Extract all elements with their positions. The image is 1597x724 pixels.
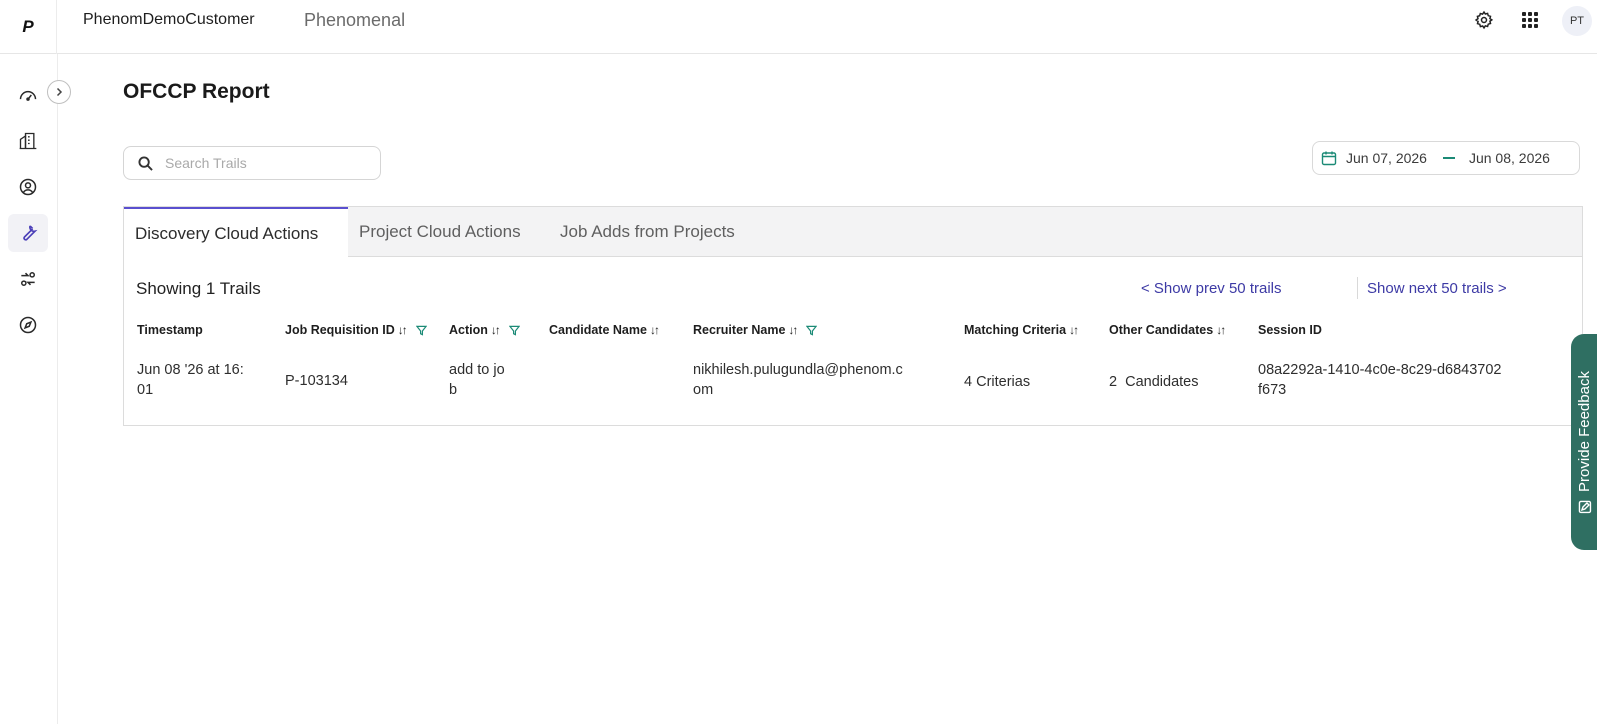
filter-icon[interactable]	[806, 325, 818, 336]
sort-icon[interactable]: ↓↑	[1216, 323, 1226, 337]
tab-job-adds-from-projects[interactable]: Job Adds from Projects	[549, 207, 746, 257]
feedback-label: Provide Feedback	[1575, 370, 1593, 492]
org-name[interactable]: PhenomDemoCustomer	[83, 11, 255, 29]
showing-count: Showing 1 Trails	[136, 279, 261, 298]
date-range-picker[interactable]: Jun 07, 2026 Jun 08, 2026	[1312, 141, 1580, 175]
buildings-icon	[19, 132, 37, 150]
sidebar-item-explore[interactable]	[8, 306, 48, 344]
col-header-session-id: Session ID	[1258, 323, 1322, 337]
provide-feedback-tab[interactable]: Provide Feedback	[1571, 334, 1597, 550]
col-header-other-candidates[interactable]: Other Candidates ↓↑	[1109, 323, 1226, 337]
transfer-icon	[21, 272, 36, 286]
sidebar-item-tools[interactable]	[8, 214, 48, 252]
chevron-right-icon	[56, 87, 63, 97]
page-title: OFCCP Report	[123, 80, 270, 103]
sort-icon[interactable]: ↓↑	[491, 323, 501, 337]
sidebar-item-sync[interactable]	[8, 260, 48, 298]
tab-bar: Discovery Cloud Actions Project Cloud Ac…	[124, 207, 1582, 258]
date-end[interactable]: Jun 08, 2026	[1469, 150, 1550, 166]
sort-icon[interactable]: ↓↑	[788, 323, 798, 337]
cell-job-requisition-id: P-103134	[285, 373, 348, 389]
apps-grid-icon[interactable]	[1518, 8, 1542, 32]
show-next-trails-link[interactable]: Show next 50 trails >	[1367, 280, 1507, 297]
col-header-action[interactable]: Action ↓↑	[449, 323, 520, 337]
settings-gear-icon[interactable]	[1472, 8, 1496, 32]
cell-matching-criteria[interactable]: 4 Criterias	[964, 372, 1030, 392]
user-avatar[interactable]: PT	[1562, 6, 1592, 36]
col-header-candidate-name[interactable]: Candidate Name ↓↑	[549, 323, 660, 337]
date-start[interactable]: Jun 07, 2026	[1346, 150, 1427, 166]
show-prev-trails-link[interactable]: < Show prev 50 trails	[1141, 280, 1282, 297]
sidebar-item-dashboard[interactable]	[8, 76, 48, 114]
col-header-matching-criteria[interactable]: Matching Criteria ↓↑	[964, 323, 1079, 337]
search-input[interactable]	[165, 155, 365, 171]
top-bar: P PhenomDemoCustomer Phenomenal PT	[0, 0, 1597, 54]
trails-card: Discovery Cloud Actions Project Cloud Ac…	[123, 206, 1583, 426]
cell-action: add to jo b	[449, 362, 505, 398]
speedometer-icon	[19, 90, 37, 101]
sort-icon[interactable]: ↓↑	[398, 323, 408, 337]
search-box[interactable]	[123, 146, 381, 180]
filter-icon[interactable]	[415, 325, 427, 336]
sort-icon[interactable]: ↓↑	[1069, 323, 1079, 337]
cell-recruiter-name: nikhilesh.pulugundla@phenom.c om	[693, 362, 903, 398]
feedback-icon	[1577, 500, 1591, 513]
product-name: Phenomenal	[304, 10, 406, 30]
tab-project-cloud-actions[interactable]: Project Cloud Actions	[348, 207, 532, 257]
tab-discovery-cloud-actions[interactable]: Discovery Cloud Actions	[124, 207, 348, 258]
sidebar	[0, 54, 58, 724]
cell-other-candidates[interactable]: 2 Candidates	[1109, 372, 1198, 392]
calendar-icon	[1321, 151, 1337, 166]
sidebar-item-profile[interactable]	[8, 168, 48, 206]
col-header-timestamp: Timestamp	[137, 323, 203, 337]
cell-timestamp: Jun 08 '26 at 16: 01	[137, 362, 244, 398]
cell-session-id: 08a2292a-1410-4c0e-8c29-d6843702 f673	[1258, 362, 1502, 398]
filter-icon[interactable]	[508, 325, 520, 336]
search-icon	[138, 155, 153, 171]
compass-icon	[19, 316, 37, 334]
col-header-job-requisition-id[interactable]: Job Requisition ID ↓↑	[285, 323, 427, 337]
date-separator	[1442, 157, 1455, 159]
sort-icon[interactable]: ↓↑	[650, 323, 660, 337]
col-header-recruiter-name[interactable]: Recruiter Name ↓↑	[693, 323, 818, 337]
pager-divider	[1357, 277, 1358, 299]
user-circle-icon	[19, 178, 37, 196]
wrench-icon	[23, 225, 38, 241]
logo-letter: P	[22, 17, 34, 36]
sidebar-expand-button[interactable]	[47, 80, 71, 104]
sidebar-item-organization[interactable]	[8, 122, 48, 160]
app-logo[interactable]: P	[0, 0, 57, 54]
